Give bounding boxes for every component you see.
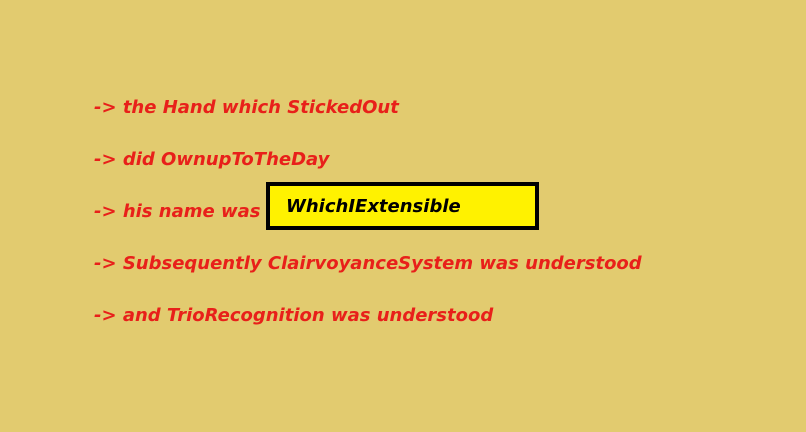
story-line-2: -> did OwnupToTheDay <box>94 149 330 170</box>
story-line-4: -> Subsequently ClairvoyanceSystem was u… <box>94 253 642 274</box>
story-line-3-label: -> his name was <box>94 201 261 222</box>
story-line-5: -> and TrioRecognition was understood <box>94 305 494 326</box>
story-line-1: -> the Hand which StickedOut <box>94 97 399 118</box>
name-input[interactable] <box>266 182 539 230</box>
